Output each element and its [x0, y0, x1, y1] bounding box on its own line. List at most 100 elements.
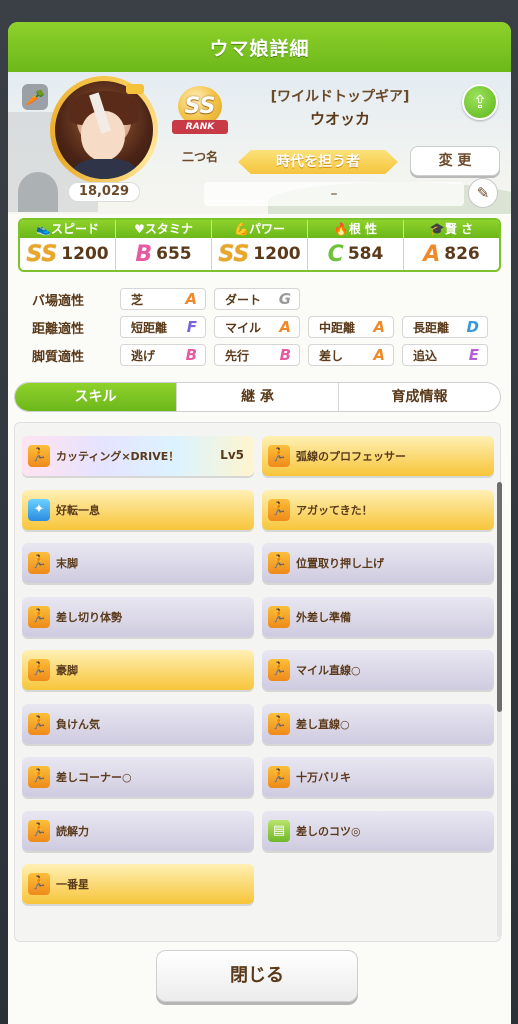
running-icon: 🏃: [268, 605, 290, 628]
stat-speed: 👟スピード SS 1200: [20, 220, 116, 270]
stat-value: 655: [156, 244, 192, 264]
change-button[interactable]: 変 更: [410, 146, 500, 176]
skill-name: 読解力: [56, 824, 89, 838]
aptitude-pace-chaser: 先行 B: [214, 344, 300, 366]
skill-item[interactable]: ▤ 差しのコツ◎: [262, 810, 494, 851]
stat-label: 👟スピード: [20, 220, 115, 238]
tab-skills[interactable]: スキル: [15, 383, 177, 411]
running-icon: 🏃: [268, 659, 290, 681]
skill-name: 好転一息: [56, 503, 100, 517]
aptitude-row-track: バ場適性 芝A ダート G: [32, 286, 502, 312]
title-badge: 時代を担う者: [238, 150, 398, 174]
skill-name: 差し切り体勢: [56, 610, 122, 624]
graduation-cap-icon: 🎓: [429, 222, 445, 236]
stat-wisdom: 🎓賢 さ A 826: [404, 220, 499, 270]
skill-name: 負けん気: [56, 717, 100, 731]
aptitude-label: 距離適性: [32, 321, 85, 337]
skill-item[interactable]: 🏃 差し直線○: [262, 703, 494, 744]
skill-item[interactable]: 🏃 アガッてきた！: [262, 489, 494, 530]
close-button[interactable]: 閉じる: [156, 950, 358, 1002]
skill-item[interactable]: 🏃 差し切り体勢: [22, 596, 254, 637]
skill-item[interactable]: 🏃 差しコーナー○: [22, 757, 254, 797]
carrot-icon: 🥕: [22, 84, 48, 110]
tab-training-info[interactable]: 育成情報: [339, 383, 500, 411]
skill-name: 一番星: [56, 878, 89, 891]
running-icon: 🏃: [28, 445, 50, 467]
skill-item[interactable]: 🏃 マイル直線○: [262, 650, 494, 690]
skill-item[interactable]: 🏃 弧線のプロフェッサー: [262, 436, 494, 476]
running-icon: 🏃: [28, 712, 50, 735]
rank-ribbon: RANK: [172, 120, 228, 134]
dialog-title: ウマ娘詳細: [8, 22, 511, 72]
stat-grade: A: [423, 241, 441, 267]
share-button[interactable]: ⇪: [462, 84, 498, 120]
aptitude-turf: 芝A: [120, 288, 206, 310]
running-icon: 🏃: [28, 766, 50, 788]
stat-power: 💪パワー SS 1200: [212, 220, 308, 270]
skill-name: マイル直線○: [296, 664, 361, 677]
aptitude-medium: 中距離 A: [308, 316, 394, 338]
running-icon: 🏃: [268, 445, 290, 467]
skill-item[interactable]: 🏃 十万バリキ: [262, 757, 494, 797]
aptitude-row-distance: 距離適性 短距離 F マイル A 中距離 A 長距離 D: [32, 314, 502, 340]
stat-value: 584: [347, 244, 384, 264]
skill-item[interactable]: 🏃 外差し準備: [262, 596, 494, 637]
skill-name: 弧線のプロフェッサー: [296, 450, 406, 463]
shoe-icon: 👟: [36, 222, 51, 236]
running-icon: 🏃: [28, 659, 50, 681]
stat-grade: SS: [218, 241, 250, 267]
skill-name: 差しコーナー○: [56, 771, 132, 784]
epithet-label[interactable]: 二つ名: [172, 148, 228, 165]
skill-item[interactable]: 🏃 カッティング×DRIVE！ Lv5: [22, 436, 254, 476]
stat-value: 826: [444, 244, 480, 264]
aptitude-label: バ場適性: [32, 293, 85, 309]
rank-badge: SS RANK: [172, 86, 228, 144]
skill-name: 十万バリキ: [296, 771, 351, 784]
skill-name: 差しのコツ◎: [296, 824, 361, 838]
skill-item[interactable]: 🏃 読解力: [22, 810, 254, 851]
muscle-icon: 💪: [234, 222, 249, 236]
sparkle-icon: ✦: [28, 498, 50, 521]
aptitude-mile: マイル A: [214, 316, 300, 338]
scrollbar-thumb[interactable]: [497, 482, 502, 712]
skill-item[interactable]: 🏃 末脚: [22, 543, 254, 583]
running-icon: 🏃: [268, 552, 290, 574]
skill-item[interactable]: 🏃 豪脚: [22, 650, 254, 690]
aptitude-dirt: ダート G: [214, 288, 300, 310]
running-icon: 🏃: [268, 712, 290, 735]
profile-header: 🥕 18,029 SS RANK 二つ名 [ワイルドトップギア] ウオッカ ⇪ …: [8, 72, 511, 214]
flame-icon: 🔥: [333, 222, 349, 236]
running-icon: 🏃: [28, 552, 50, 574]
skill-item[interactable]: 🏃 位置取り押し上げ: [262, 543, 494, 583]
tab-inheritance[interactable]: 継 承: [177, 383, 339, 411]
skill-item[interactable]: 🏃 一番星: [22, 864, 254, 904]
stats-panel: 👟スピード SS 1200 ♥スタミナ B 655 💪パワー SS 1200 🔥根 性…: [18, 218, 501, 272]
skill-level: Lv5: [220, 448, 244, 462]
aptitude-label: 脚質適性: [32, 349, 85, 365]
umamusume-detail-dialog: ウマ娘詳細 🥕 18,029 SS RANK 二つ名 [ワイルドトップギア] ウ…: [8, 22, 511, 1024]
skill-item[interactable]: ✦ 好転一息: [22, 489, 254, 530]
stat-label: 🔥根 性: [308, 220, 403, 238]
stat-value: 1200: [61, 244, 109, 264]
crown-icon: [126, 84, 144, 94]
stat-label: 💪パワー: [212, 220, 307, 238]
background-arch: [18, 172, 58, 212]
skill-scrollbar[interactable]: [497, 482, 502, 937]
pencil-icon: ✎: [476, 184, 490, 202]
skill-name: 位置取り押し上げ: [296, 557, 384, 570]
nickname-field: –: [204, 182, 464, 206]
edit-button[interactable]: ✎: [468, 178, 498, 208]
skill-item[interactable]: 🏃 負けん気: [22, 703, 254, 744]
stat-label: ♥スタミナ: [116, 220, 211, 238]
stat-label: 🎓賢 さ: [404, 220, 499, 238]
aptitude-front-runner: 逃げ B: [120, 344, 206, 366]
character-name: ウオッカ: [309, 110, 370, 128]
detail-tabs: スキル 継 承 育成情報: [14, 382, 501, 412]
stat-stamina: ♥スタミナ B 655: [116, 220, 212, 270]
aptitude-long: 長距離 D: [402, 316, 488, 338]
running-icon: 🏃: [28, 605, 50, 628]
costume-name: [ワイルドトップギア]: [270, 89, 410, 105]
stat-grade: B: [135, 241, 153, 267]
aptitude-late-surger: 差し A: [308, 344, 394, 366]
running-icon: 🏃: [28, 819, 50, 842]
